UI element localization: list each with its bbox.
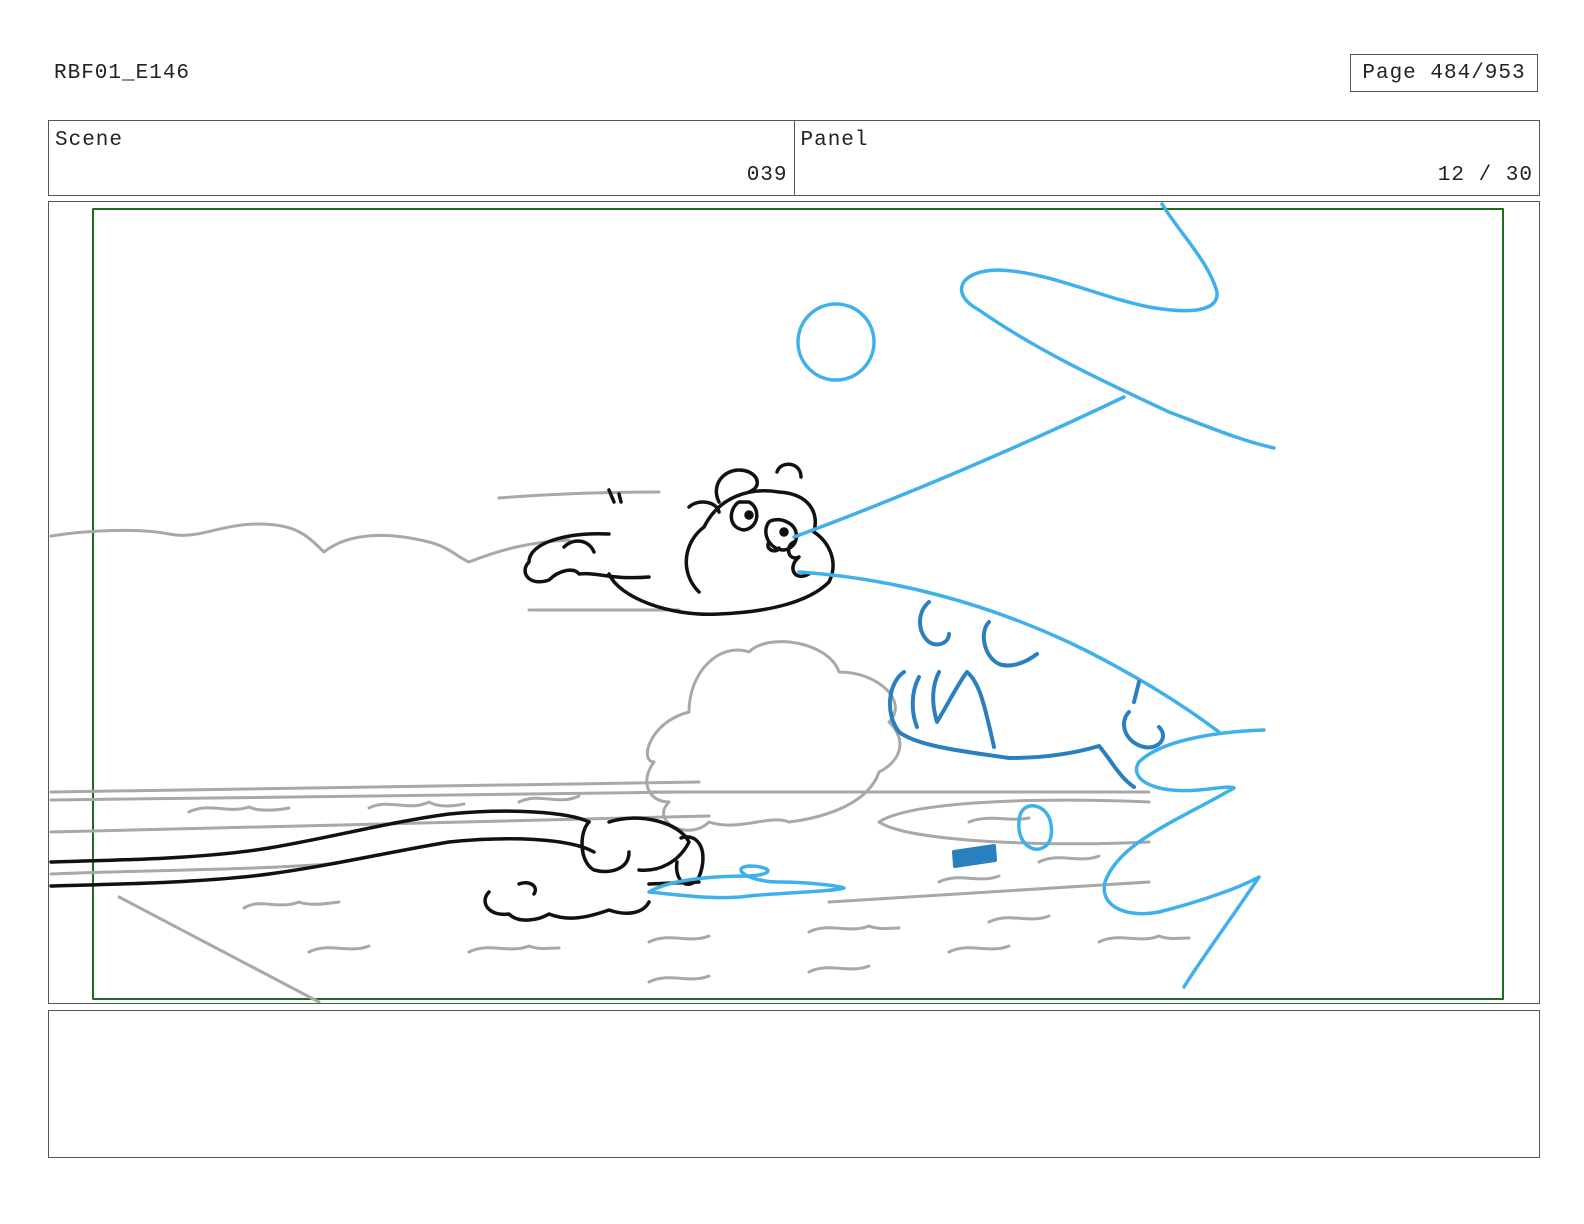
- background-sketch: [49, 490, 1191, 1003]
- scene-cell: Scene 039: [49, 121, 794, 195]
- panel-cell: Panel 12 / 30: [793, 121, 1540, 195]
- storyboard-sketch: [49, 202, 1504, 1003]
- notes-box: [48, 1010, 1540, 1158]
- scene-number: 039: [746, 164, 788, 187]
- panel-label: Panel: [800, 129, 869, 152]
- header-table: Scene 039 Panel 12 / 30: [48, 120, 1540, 196]
- panel-number: 12 / 30: [1437, 164, 1533, 187]
- storyboard-frame: [48, 201, 1540, 1004]
- safe-frame-guide: [92, 208, 1504, 1000]
- scene-label: Scene: [55, 129, 124, 152]
- effect-sketch: [647, 202, 1276, 989]
- document-id: RBF01_E146: [54, 62, 191, 85]
- effect-sketch-dark: [887, 600, 1165, 868]
- page-counter: Page 484/953: [1350, 54, 1538, 92]
